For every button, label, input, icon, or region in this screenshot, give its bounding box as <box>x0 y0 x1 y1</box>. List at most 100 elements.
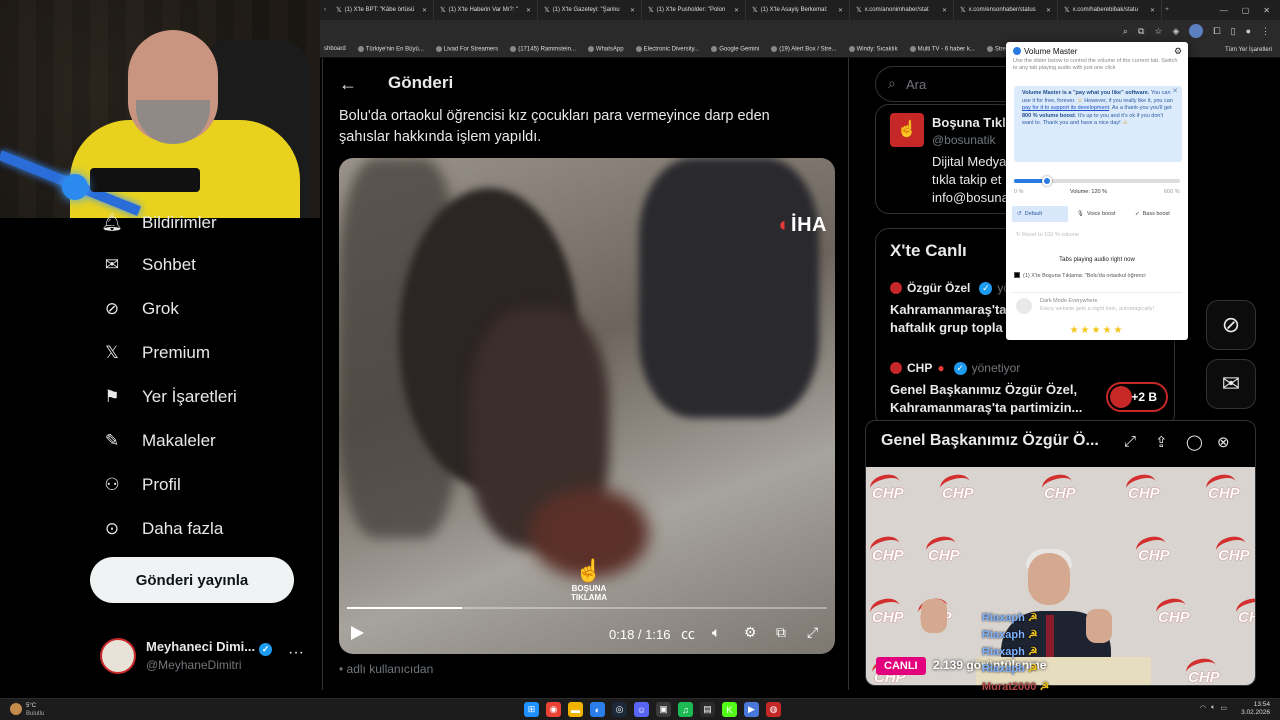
preset-voice-button[interactable]: 🎙︎ Voice boost <box>1072 206 1128 222</box>
chrome-icon[interactable]: ◉ <box>546 702 561 717</box>
browser-tab[interactable]: 𝕏x.com/anonimhaber/stat ✕ <box>850 0 954 20</box>
settings-gear-icon[interactable]: ⚙ <box>1174 46 1182 57</box>
post-button[interactable]: Gönderi yayınla <box>90 557 294 603</box>
maximize-icon[interactable]: ▢ <box>1242 6 1250 15</box>
mini-player-video[interactable]: CHP CHP CHP CHP CHP CHP CHP CHP CHP CHP CHP CHP CHP C… <box>866 467 1255 685</box>
bookmark-item[interactable]: Türkiye'nin En Büyü... <box>357 46 424 53</box>
sidebar-item-sohbet[interactable]: ✉ Sohbet <box>100 252 196 278</box>
rating-stars[interactable]: ★★★★★ <box>1006 325 1188 336</box>
close-tab-icon[interactable]: ✕ <box>422 7 427 14</box>
close-tab-icon[interactable]: ✕ <box>526 7 531 14</box>
start-icon[interactable]: ⊞ <box>524 702 539 717</box>
chat-bubble-icon[interactable]: ◯ <box>1186 433 1203 451</box>
bookmark-item[interactable]: (19) Alert Box / Stre... <box>771 46 837 53</box>
note-text: However, if you really like it, you can <box>1084 97 1173 104</box>
volume-master-extension-icon[interactable] <box>1189 24 1204 38</box>
preset-default-button[interactable]: ↺ Default <box>1012 206 1068 222</box>
preset-bass-button[interactable]: ➶ Bass boost <box>1130 206 1186 222</box>
captions-icon[interactable]: ㏄ <box>681 624 695 644</box>
weather-widget[interactable]: 5°C Bulutlu <box>10 700 70 720</box>
bookmark-item[interactable]: Electronic Diversity... <box>635 46 699 53</box>
volume-slider[interactable] <box>1014 176 1180 186</box>
sidebar-item-premium[interactable]: 𝕏 Premium <box>100 340 210 366</box>
cast-icon[interactable]: ⧉ <box>1138 26 1144 37</box>
close-icon[interactable]: ⊗ <box>1217 433 1230 451</box>
new-tab-icon[interactable]: + <box>1162 7 1172 13</box>
clock[interactable]: 13:54 3.02.2026 <box>1240 701 1270 717</box>
bookmark-item[interactable]: shboard <box>324 46 346 53</box>
steam-icon[interactable]: ◎ <box>612 702 627 717</box>
browser-tab[interactable]: 𝕏 (1) X'te Haberin Var Mı?: " ✕ <box>434 0 538 20</box>
folder-icon[interactable]: ▬ <box>568 702 583 717</box>
bookmark-item[interactable]: WhatsApp <box>587 46 624 53</box>
video-progress-bar[interactable] <box>347 607 827 609</box>
active-app-icon[interactable]: ▶ <box>744 702 759 717</box>
all-bookmarks[interactable]: Tüm Yer İşaretleri <box>1225 47 1280 53</box>
profile-icon[interactable]: ● <box>1246 26 1251 36</box>
bookmark-item[interactable]: (17145) Rammstein... <box>510 46 576 53</box>
messages-button[interactable]: ✉ <box>1206 359 1256 409</box>
close-tab-icon[interactable]: ✕ <box>838 7 843 14</box>
close-tab-icon[interactable]: ✕ <box>1150 7 1155 14</box>
sidebar-item-yer-i-aretleri[interactable]: ⚑ Yer İşaretleri <box>100 384 236 410</box>
playing-tab-item[interactable]: (1) X'te Boşuna Tıklama: "Bolu'da ortaok… <box>1014 272 1184 279</box>
sidebar-item-bildirimler[interactable]: 🔔︎ Bildirimler <box>100 210 216 236</box>
spotify-icon[interactable]: ♫ <box>678 702 693 717</box>
minimize-icon[interactable]: — <box>1220 6 1228 15</box>
edge-icon[interactable]: ◐ <box>590 702 605 717</box>
app-icon[interactable]: ▤ <box>700 702 715 717</box>
mini-player-icon[interactable]: ⧉ <box>776 624 786 641</box>
kick-icon[interactable]: K <box>722 702 737 717</box>
sidebar-item-grok[interactable]: ⊘ Grok <box>100 296 179 322</box>
volume-slider-thumb[interactable] <box>1042 176 1053 186</box>
close-tab-icon[interactable]: ✕ <box>942 7 947 14</box>
network-icon[interactable]: ◠ <box>1200 704 1206 712</box>
support-link[interactable]: pay for it to support its development <box>1022 105 1109 111</box>
app-icon[interactable]: ▣ <box>656 702 671 717</box>
bookmark-item[interactable]: Google Gemini <box>711 46 759 53</box>
settings-gear-icon[interactable]: ⚙ <box>744 624 757 641</box>
browser-tab[interactable]: 𝕏 (1) X'te Pusholder: "Polon ✕ <box>642 0 746 20</box>
close-window-icon[interactable]: ✕ <box>1263 6 1270 15</box>
share-icon[interactable]: ⇪ <box>1155 433 1168 451</box>
video-player[interactable]: ◐İHA ☝ BOŞUNA TIKLAMA 0:18 / 1:16 ㏄ 🔈︎ ⚙… <box>339 158 835 654</box>
sidebar-item-daha-fazla[interactable]: ⊙ Daha fazla <box>100 516 223 542</box>
puzzle-icon[interactable]: ⧠ <box>1213 26 1220 37</box>
bookmark-item[interactable]: Multi TV - 6 haber k... <box>909 46 975 53</box>
extension-icon[interactable]: ◈ <box>1172 26 1179 37</box>
close-tab-icon[interactable]: ✕ <box>1046 7 1051 14</box>
dark-mode-ad[interactable]: Dark Mode Everywhere Every website gets … <box>1012 292 1182 316</box>
browser-tab[interactable]: 𝕏 (1) X'te BPT: "Kâbe örtüsü ✕ <box>330 0 434 20</box>
listeners-badge[interactable]: +2 B <box>1106 382 1168 412</box>
zoom-icon[interactable]: ⌕ <box>1123 26 1128 37</box>
browser-tab[interactable]: 𝕏 (1) X'te Gazeteyi: "Şanlıu ✕ <box>538 0 642 20</box>
browser-tab[interactable]: 𝕏 (1) X'te Asayiş Berkemal: ✕ <box>746 0 850 20</box>
bookmark-item[interactable]: Windy: Sıcaklık <box>848 46 898 53</box>
bookmark-item[interactable]: Livad For Streamers <box>435 46 498 53</box>
star-icon[interactable]: ☆ <box>1154 26 1162 37</box>
close-tab-icon[interactable]: ✕ <box>630 7 635 14</box>
fullscreen-icon[interactable]: ⤢ <box>807 624 818 641</box>
speaker-icon[interactable]: 🔈︎ <box>1211 704 1215 712</box>
browser-tab[interactable]: 𝕏x.com/haberebibak/statu ✕ <box>1058 0 1162 20</box>
reset-volume-button[interactable]: ↻ Reset to 100 % volume <box>1016 232 1079 238</box>
sidebar-item-profil[interactable]: ⚇ Profil <box>100 472 180 498</box>
play-icon[interactable] <box>351 626 364 640</box>
browser-tab[interactable]: 𝕏x.com/ensonhaber/status ✕ <box>954 0 1058 20</box>
account-switcher[interactable]: Meyhaneci Dimi... ✓ @MeyhaneDimitri ··· <box>100 636 315 676</box>
account-more-icon[interactable]: ··· <box>288 644 304 662</box>
sidebar-item-makaleler[interactable]: ✎ Makaleler <box>100 428 216 454</box>
browser-menu-icon[interactable]: ⋮ <box>1261 26 1270 37</box>
webcam-overlay <box>0 0 320 218</box>
volume-icon[interactable]: 🔈︎ <box>712 624 720 641</box>
grok-button[interactable]: ⊘ <box>1206 300 1256 350</box>
obs-icon[interactable]: ◍ <box>766 702 781 717</box>
discord-icon[interactable]: ☺ <box>634 702 649 717</box>
back-arrow-icon[interactable]: ← <box>339 74 357 95</box>
expand-icon[interactable]: ⤢ <box>1124 433 1136 450</box>
sidepanel-icon[interactable]: ▯ <box>1231 26 1236 37</box>
tab-scroll-left-icon[interactable]: ‹ <box>320 7 330 13</box>
battery-icon[interactable]: ▭ <box>1220 704 1227 712</box>
close-tab-icon[interactable]: ✕ <box>734 7 739 14</box>
close-icon[interactable]: ✕ <box>1172 88 1178 96</box>
